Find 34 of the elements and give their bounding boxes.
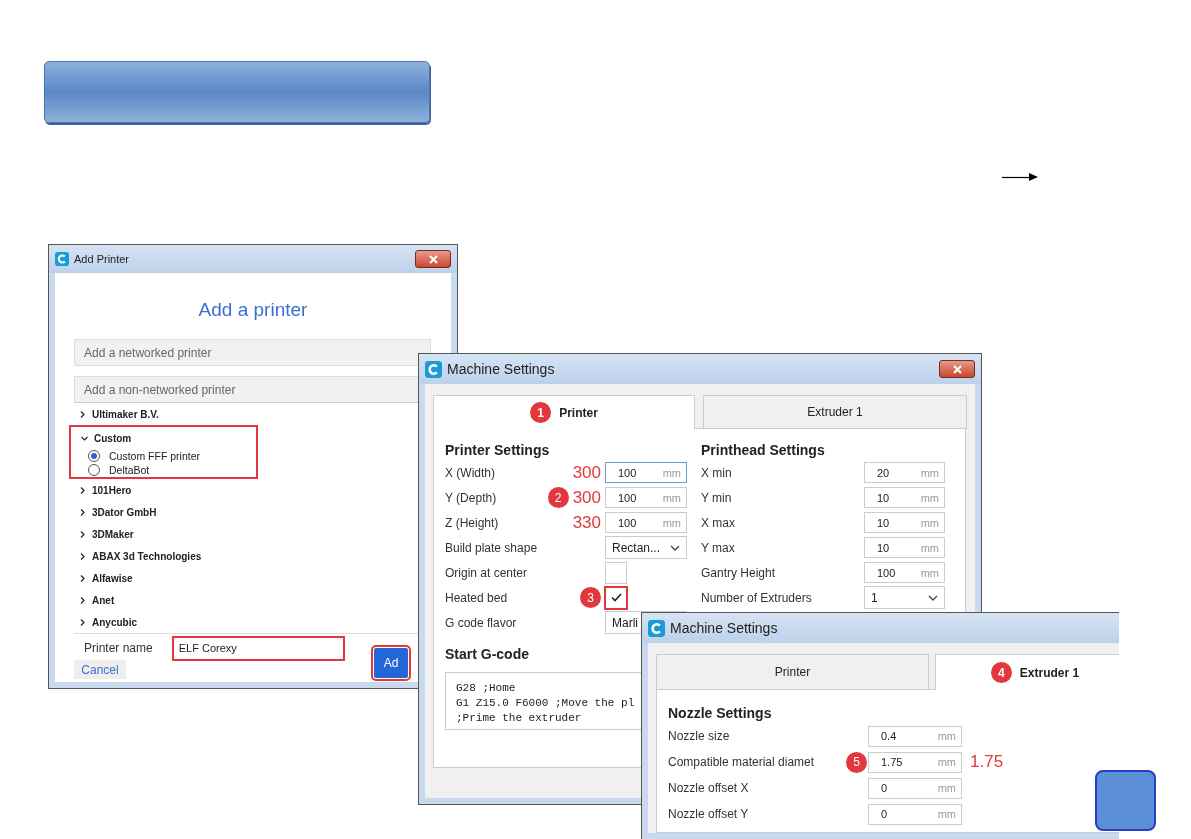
setting-label: Origin at center — [445, 565, 529, 580]
field-label: Printer name — [84, 641, 153, 655]
step-marker: 3 — [580, 587, 601, 608]
setting-label: Number of Extruders — [701, 590, 813, 605]
setting-label: X max — [701, 515, 736, 530]
section-heading: Printhead Settings — [701, 440, 826, 460]
step-marker: 1 — [530, 402, 552, 423]
setting-label: Z (Height) — [445, 515, 500, 530]
setting-label: Y (Depth) — [445, 490, 498, 505]
window-title: Add Printer — [74, 253, 131, 265]
setting-label: Y min — [701, 490, 733, 505]
annotation-value: 300 — [572, 487, 601, 508]
setting-label: Nozzle offset Y — [668, 807, 750, 821]
section-heading: Start G-code — [445, 644, 530, 664]
annotation-value: 1.75 — [970, 752, 1004, 772]
step-marker: 2 — [547, 487, 569, 508]
setting-label: X min — [701, 465, 733, 480]
setting-label: Heated bed — [445, 590, 509, 605]
window-title: Machine Settings — [447, 361, 556, 377]
setting-label: Gantry Height — [701, 565, 777, 580]
section-heading: Printer Settings — [445, 440, 551, 460]
dialog-heading: Add a printer — [197, 299, 309, 321]
annotation-value: 330 — [572, 512, 601, 533]
setting-label: Build plate shape — [445, 540, 539, 555]
annotation-value: 300 — [572, 462, 601, 483]
setting-label: X (Width) — [445, 465, 496, 480]
step-marker: 5 — [846, 751, 867, 773]
setting-label: G code flavor — [445, 615, 518, 630]
setting-label: Nozzle size — [668, 729, 731, 743]
setting-label: Y max — [701, 540, 736, 555]
setting-label: Nozzle offset X — [668, 781, 750, 795]
setting-label: Compatible material diamet — [668, 755, 816, 769]
window-title: Machine Settings — [670, 620, 779, 636]
step-marker: 4 — [990, 662, 1012, 683]
